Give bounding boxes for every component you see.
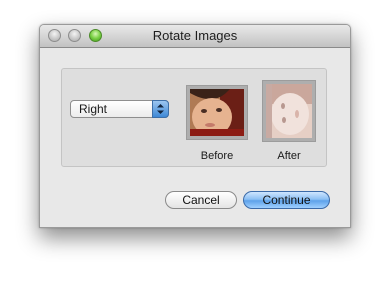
after-thumbnail xyxy=(262,80,316,142)
rotate-images-dialog: Rotate Images Right Before After Cancel … xyxy=(39,24,351,228)
window-title: Rotate Images xyxy=(152,28,238,43)
cancel-button[interactable]: Cancel xyxy=(165,191,237,209)
before-thumbnail xyxy=(186,85,248,140)
rotation-options-box: Right Before After xyxy=(61,68,327,167)
before-label: Before xyxy=(200,150,234,162)
continue-button[interactable]: Continue xyxy=(243,191,330,209)
title-bar[interactable]: Rotate Images xyxy=(40,25,350,48)
rotation-direction-value: Right xyxy=(79,102,108,116)
popup-arrows-icon xyxy=(152,100,169,118)
after-label: After xyxy=(277,150,301,162)
rotation-direction-popup[interactable]: Right xyxy=(70,100,169,118)
